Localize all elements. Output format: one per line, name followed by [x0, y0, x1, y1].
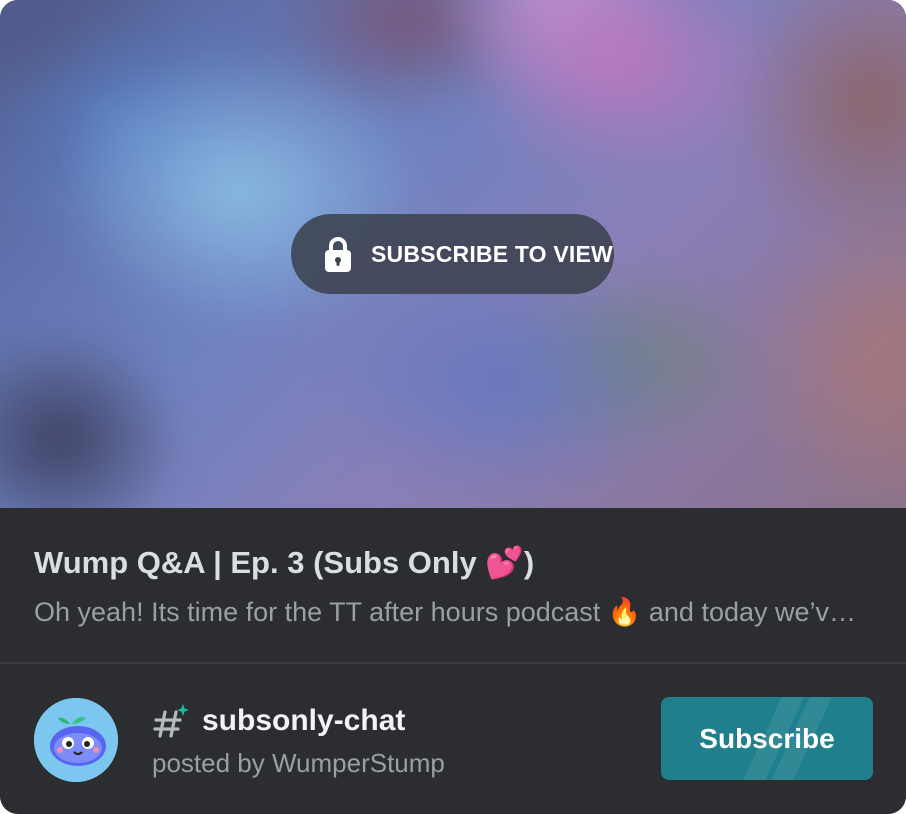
- avatar[interactable]: [34, 698, 118, 782]
- subscribe-to-view-overlay[interactable]: SUBSCRIBE TO VIEW: [291, 214, 614, 294]
- subscribe-button-label: Subscribe: [699, 722, 835, 754]
- post-footer: subsonly-chat posted by WumperStump Subs…: [0, 664, 906, 814]
- post-title[interactable]: Wump Q&A | Ep. 3 (Subs Only 💕): [34, 544, 534, 581]
- subscribe-to-view-label: SUBSCRIBE TO VIEW: [371, 240, 613, 267]
- locked-media-preview[interactable]: SUBSCRIBE TO VIEW: [0, 0, 906, 508]
- subscribe-button[interactable]: Subscribe: [661, 697, 873, 780]
- lock-icon: [321, 234, 355, 274]
- hashtag-sparkle-icon: [152, 702, 190, 740]
- posted-by: posted by WumperStump: [152, 748, 445, 778]
- channel-link[interactable]: subsonly-chat: [152, 702, 405, 740]
- post-description: Oh yeah! Its time for the TT after hours…: [34, 597, 857, 627]
- post-info: Wump Q&A | Ep. 3 (Subs Only 💕) Oh yeah! …: [0, 508, 906, 663]
- subscription-post-card[interactable]: SUBSCRIBE TO VIEW Wump Q&A | Ep. 3 (Subs…: [0, 0, 906, 814]
- channel-name: subsonly-chat: [202, 704, 406, 737]
